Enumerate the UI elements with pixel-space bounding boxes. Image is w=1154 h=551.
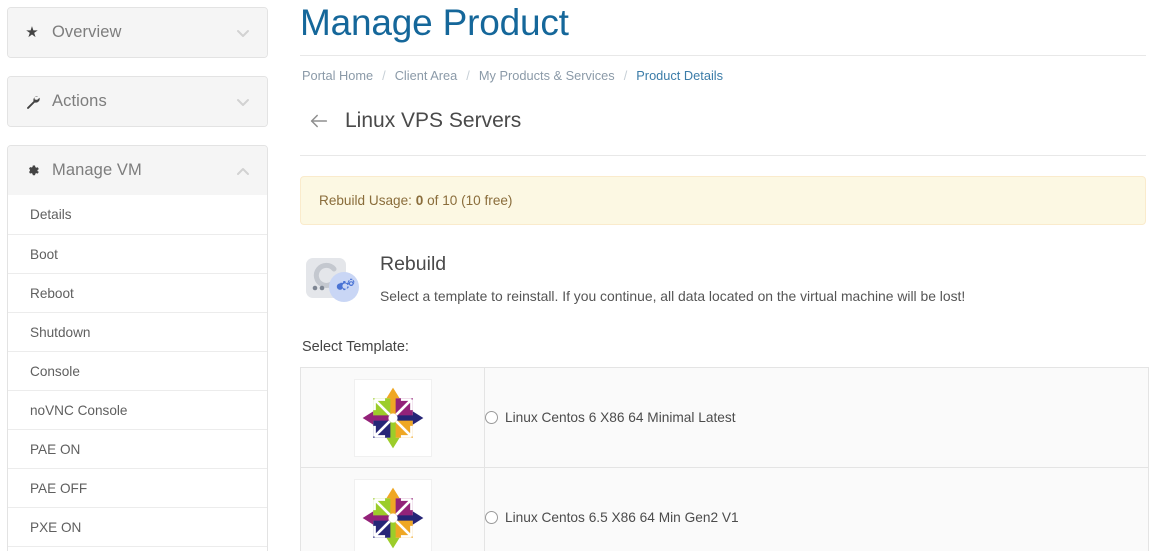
- rebuild-text-block: Rebuild Select a template to reinstall. …: [380, 251, 965, 306]
- table-row[interactable]: Linux Centos 6.5 X86 64 Min Gen2 V1: [300, 467, 1149, 551]
- sidebar-item-pxe-on[interactable]: PXE ON: [8, 507, 267, 546]
- rebuild-disk-gears-icon: [304, 255, 362, 305]
- main-content: Manage Product Portal Home / Client Area…: [268, 0, 1154, 551]
- sidebar-nav-list: Details Boot Reboot Shutdown Console noV…: [8, 195, 267, 551]
- template-radio-1[interactable]: [485, 411, 498, 425]
- rebuild-usage-count: 0: [415, 192, 424, 208]
- sub-header-divider: [300, 154, 1146, 156]
- template-label-1: Linux Centos 6 X86 64 Minimal Latest: [505, 410, 736, 426]
- sidebar-panel-header-actions[interactable]: Actions: [8, 77, 267, 126]
- sidebar-item-console[interactable]: Console: [8, 351, 267, 390]
- sidebar-item-details[interactable]: Details: [8, 195, 267, 234]
- breadcrumb-separator: /: [466, 67, 470, 83]
- breadcrumb-separator: /: [382, 67, 386, 83]
- rebuild-usage-alert: Rebuild Usage: 0 of 10 (10 free): [300, 175, 1146, 225]
- rebuild-description: Select a template to reinstall. If you c…: [380, 287, 966, 304]
- sidebar-panel-title-manage-vm: Manage VM: [52, 161, 142, 179]
- select-template-label: Select Template:: [302, 339, 409, 356]
- sidebar-item-pae-on[interactable]: PAE ON: [8, 429, 267, 468]
- star-icon: ★: [25, 24, 39, 41]
- sidebar-panel-header-overview[interactable]: ★ Overview: [8, 8, 267, 57]
- centos-logo-icon: [353, 378, 432, 457]
- page-root: ★ Overview Actions Manage VM Details Boo…: [0, 0, 1154, 551]
- template-option-2[interactable]: Linux Centos 6.5 X86 64 Min Gen2 V1: [485, 510, 1148, 525]
- template-label-2: Linux Centos 6.5 X86 64 Min Gen2 V1: [505, 510, 739, 526]
- breadcrumb: Portal Home / Client Area / My Products …: [300, 56, 1146, 83]
- rebuild-section: Rebuild Select a template to reinstall. …: [300, 251, 1146, 306]
- breadcrumb-item-my-products-services[interactable]: My Products & Services: [479, 68, 615, 83]
- sidebar-item-novnc-console[interactable]: noVNC Console: [8, 390, 267, 429]
- template-option-cell: Linux Centos 6.5 X86 64 Min Gen2 V1: [484, 467, 1149, 551]
- rebuild-title: Rebuild: [380, 252, 447, 275]
- sidebar-panel-header-manage-vm[interactable]: Manage VM: [8, 146, 267, 195]
- sidebar-panel-actions: Actions: [7, 76, 268, 127]
- chevron-down-icon[interactable]: [235, 94, 251, 110]
- sidebar-item-pxe-off[interactable]: PXE OFF: [8, 546, 267, 551]
- sidebar-panel-title-overview: Overview: [52, 23, 122, 41]
- template-logo-cell: [300, 467, 485, 551]
- centos-logo-icon: [353, 478, 432, 551]
- product-name-title: Linux VPS Servers: [345, 108, 522, 132]
- template-option-cell: Linux Centos 6 X86 64 Minimal Latest: [484, 367, 1149, 469]
- wrench-icon: [22, 94, 42, 109]
- template-radio-2[interactable]: [485, 511, 498, 525]
- breadcrumb-item-portal-home[interactable]: Portal Home: [302, 68, 373, 83]
- sidebar: ★ Overview Actions Manage VM Details Boo…: [0, 0, 268, 551]
- breadcrumb-item-client-area[interactable]: Client Area: [395, 68, 458, 83]
- page-title: Manage Product: [300, 2, 569, 43]
- chevron-up-icon[interactable]: [235, 163, 251, 179]
- template-option-1[interactable]: Linux Centos 6 X86 64 Minimal Latest: [485, 410, 1148, 425]
- sidebar-item-boot[interactable]: Boot: [8, 234, 267, 273]
- template-table: Linux Centos 6 X86 64 Minimal Latest Lin…: [300, 367, 1149, 551]
- template-logo-cell: [300, 367, 485, 469]
- gear-icon: [22, 163, 42, 178]
- breadcrumb-separator: /: [623, 67, 628, 83]
- sidebar-item-pae-off[interactable]: PAE OFF: [8, 468, 267, 507]
- sidebar-panel-manage-vm: Manage VM Details Boot Reboot Shutdown C…: [7, 145, 268, 551]
- sidebar-item-reboot[interactable]: Reboot: [8, 273, 267, 312]
- breadcrumb-item-product-details: Product Details: [636, 67, 724, 83]
- sub-header: Linux VPS Servers: [300, 83, 1146, 133]
- rebuild-usage-total: of 10 (10 free): [427, 192, 513, 208]
- sidebar-item-shutdown[interactable]: Shutdown: [8, 312, 267, 351]
- arrow-left-icon[interactable]: [308, 110, 330, 132]
- sidebar-panel-overview: ★ Overview: [7, 7, 268, 58]
- rebuild-usage-label: Rebuild Usage:: [319, 192, 412, 208]
- sidebar-panel-title-actions: Actions: [52, 92, 107, 110]
- table-row[interactable]: Linux Centos 6 X86 64 Minimal Latest: [300, 367, 1149, 469]
- chevron-down-icon[interactable]: [235, 25, 251, 41]
